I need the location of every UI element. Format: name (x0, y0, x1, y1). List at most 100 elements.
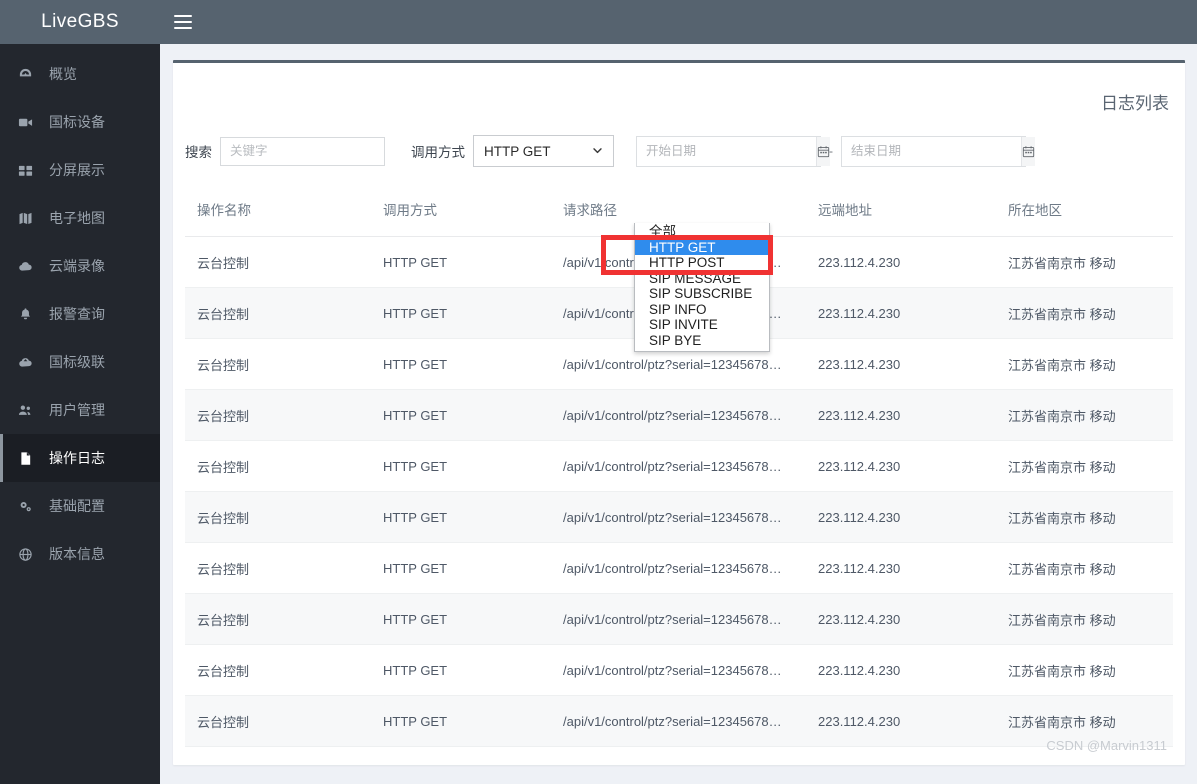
search-input[interactable] (220, 136, 385, 166)
start-date-field[interactable] (636, 135, 830, 167)
cloud-icon (18, 259, 40, 274)
cell-remote-address: 223.112.4.230 (806, 593, 996, 645)
cell-request-path: /api/v1/control/ptz?serial=12345678… (551, 644, 806, 696)
dropdown-option[interactable]: SIP MESSAGE (635, 271, 769, 287)
table-row[interactable]: 云台控制HTTP GET/api/v1/control/ptz?serial=1… (185, 491, 1173, 543)
sidebar-item-operation-log[interactable]: 操作日志 (0, 434, 160, 482)
cell-remote-address: 223.112.4.230 (806, 644, 996, 696)
dropdown-option[interactable]: HTTP POST (635, 255, 769, 271)
sidebar-item-e-map[interactable]: 电子地图 (0, 194, 160, 242)
column-header-name[interactable]: 操作名称 (185, 181, 371, 237)
dropdown-option[interactable]: 全部 (635, 224, 769, 240)
sidebar-item-split-screen[interactable]: 分屏展示 (0, 146, 160, 194)
sidebar-item-label: 云端录像 (49, 258, 105, 274)
sidebar-nav: 概览 国标设备 分屏展示 电子地图 云端录像 报警查询 国标级联 用户管理 操作… (0, 44, 160, 578)
sidebar-item-label: 报警查询 (49, 306, 105, 322)
document-icon (18, 451, 40, 466)
cell-region: 江苏省南京市 移动 (996, 542, 1173, 594)
cell-region: 江苏省南京市 移动 (996, 440, 1173, 492)
topbar (160, 0, 1197, 44)
cell-remote-address: 223.112.4.230 (806, 236, 996, 288)
column-header-region[interactable]: 所在地区 (996, 181, 1173, 237)
cell-request-path: /api/v1/control/ptz?serial=12345678… (551, 491, 806, 543)
cell-request-path: /api/v1/control/ptz?serial=12345678… (551, 542, 806, 594)
hamburger-bar (174, 15, 192, 17)
method-dropdown-list[interactable]: 全部 HTTP GET HTTP POST SIP MESSAGE SIP SUBSCR… (634, 223, 770, 352)
cell-method: HTTP GET (371, 287, 551, 339)
watermark: CSDN @Marvin1311 (1046, 738, 1167, 753)
map-icon (18, 211, 40, 226)
filter-bar: 搜索 调用方式 HTTP GET (185, 135, 1035, 167)
brand-title: LiveGBS (41, 11, 119, 32)
dropdown-option[interactable]: SIP INVITE (635, 317, 769, 333)
sidebar-item-cloud-record[interactable]: 云端录像 (0, 242, 160, 290)
cell-operation-name: 云台控制 (185, 338, 371, 390)
cogs-icon (18, 499, 40, 514)
cell-request-path: /api/v1/control/ptz?serial=12345678… (551, 440, 806, 492)
chevron-down-icon (592, 145, 603, 156)
sidebar-item-version-info[interactable]: 版本信息 (0, 530, 160, 578)
cell-method: HTTP GET (371, 491, 551, 543)
sidebar-item-overview[interactable]: 概览 (0, 50, 160, 98)
hamburger-icon[interactable] (174, 12, 196, 32)
cloud-upload-icon (18, 355, 40, 370)
cell-request-path: /api/v1/control/ptz?serial=12345678… (551, 695, 806, 747)
cell-operation-name: 云台控制 (185, 389, 371, 441)
sidebar-item-user-management[interactable]: 用户管理 (0, 386, 160, 434)
sidebar: LiveGBS 概览 国标设备 分屏展示 电子地图 云端录像 报警查询 国标级联… (0, 0, 160, 784)
brand-logo[interactable]: LiveGBS (0, 0, 160, 44)
cell-region: 江苏省南京市 移动 (996, 644, 1173, 696)
calendar-icon[interactable] (816, 136, 830, 166)
dropdown-option[interactable]: HTTP GET (635, 239, 769, 255)
column-header-remote[interactable]: 远端地址 (806, 181, 996, 237)
start-date-input[interactable] (637, 136, 816, 166)
calendar-icon[interactable] (1021, 136, 1035, 166)
cell-region: 江苏省南京市 移动 (996, 389, 1173, 441)
table-row[interactable]: 云台控制HTTP GET/api/v1/control/ptz?serial=1… (185, 644, 1173, 696)
method-select[interactable]: HTTP GET (473, 135, 614, 167)
cell-method: HTTP GET (371, 593, 551, 645)
dropdown-option[interactable]: SIP BYE (635, 333, 769, 349)
method-select-value: HTTP GET (484, 143, 551, 159)
cell-operation-name: 云台控制 (185, 695, 371, 747)
method-filter-group: 调用方式 HTTP GET (411, 135, 614, 167)
cell-remote-address: 223.112.4.230 (806, 338, 996, 390)
sidebar-item-basic-config[interactable]: 基础配置 (0, 482, 160, 530)
main-content: 日志列表 搜索 调用方式 HTTP GET (160, 44, 1197, 784)
app-root: LiveGBS 概览 国标设备 分屏展示 电子地图 云端录像 报警查询 国标级联… (0, 0, 1197, 784)
sidebar-item-label: 分屏展示 (49, 162, 105, 178)
end-date-field[interactable] (841, 135, 1035, 167)
table-row[interactable]: 云台控制HTTP GET/api/v1/control/ptz?serial=1… (185, 695, 1173, 747)
sidebar-item-label: 国标设备 (49, 114, 105, 130)
end-date-input[interactable] (842, 136, 1021, 166)
dropdown-option[interactable]: SIP INFO (635, 302, 769, 318)
cell-operation-name: 云台控制 (185, 440, 371, 492)
date-range-group: - (636, 135, 1035, 167)
cell-method: HTTP GET (371, 236, 551, 288)
sidebar-item-label: 操作日志 (49, 450, 105, 466)
sidebar-item-label: 电子地图 (49, 210, 105, 226)
table-row[interactable]: 云台控制HTTP GET/api/v1/control/ptz?serial=1… (185, 542, 1173, 594)
sidebar-item-label: 国标级联 (49, 354, 105, 370)
dropdown-option[interactable]: SIP SUBSCRIBE (635, 286, 769, 302)
column-header-method[interactable]: 调用方式 (371, 181, 551, 237)
grid-icon (18, 163, 40, 178)
sidebar-item-label: 概览 (49, 66, 77, 82)
cell-remote-address: 223.112.4.230 (806, 695, 996, 747)
sidebar-item-label: 用户管理 (49, 402, 105, 418)
table-row[interactable]: 云台控制HTTP GET/api/v1/control/ptz?serial=1… (185, 389, 1173, 441)
cell-remote-address: 223.112.4.230 (806, 440, 996, 492)
sidebar-item-alarm-query[interactable]: 报警查询 (0, 290, 160, 338)
sidebar-item-label: 版本信息 (49, 546, 105, 562)
cell-remote-address: 223.112.4.230 (806, 542, 996, 594)
sidebar-item-gb-devices[interactable]: 国标设备 (0, 98, 160, 146)
cell-operation-name: 云台控制 (185, 236, 371, 288)
cell-region: 江苏省南京市 移动 (996, 236, 1173, 288)
table-row[interactable]: 云台控制HTTP GET/api/v1/control/ptz?serial=1… (185, 440, 1173, 492)
globe-icon (18, 547, 40, 562)
cell-operation-name: 云台控制 (185, 593, 371, 645)
sidebar-item-gb-cascade[interactable]: 国标级联 (0, 338, 160, 386)
users-icon (18, 403, 40, 418)
table-row[interactable]: 云台控制HTTP GET/api/v1/control/ptz?serial=1… (185, 593, 1173, 645)
cell-method: HTTP GET (371, 695, 551, 747)
